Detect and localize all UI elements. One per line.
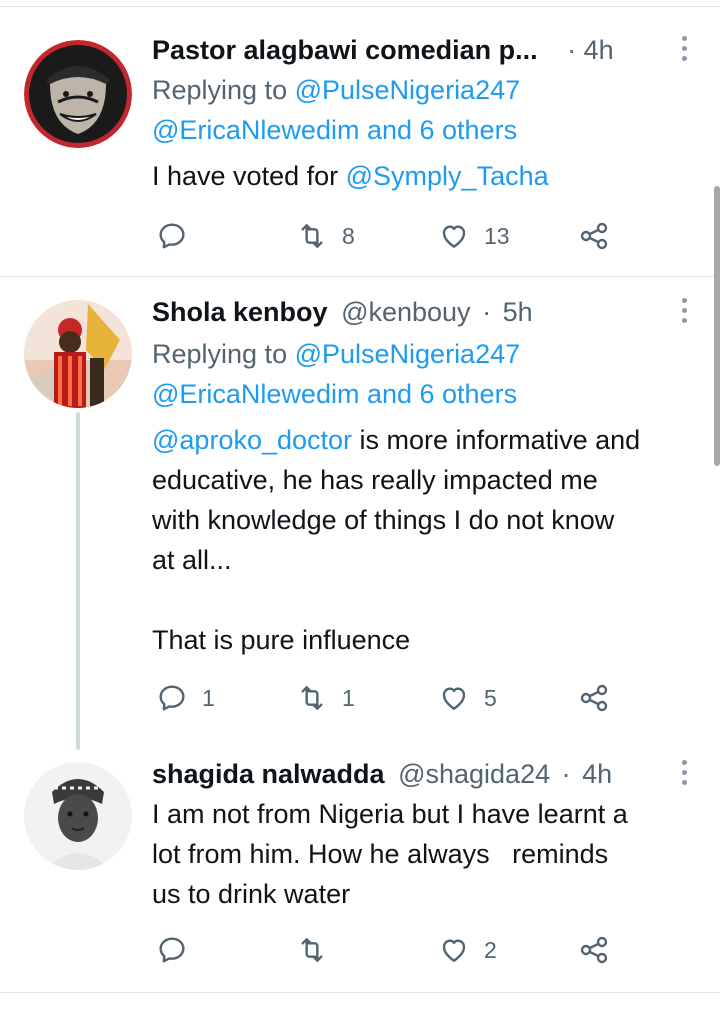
mention-link[interactable]: @PulseNigeria247 (295, 339, 521, 369)
replying-to: Replying to @PulseNigeria247 (152, 339, 521, 369)
bottom-divider (0, 992, 720, 993)
replying-to-others: @EricaNlewedim and 6 others (152, 110, 517, 150)
reply-icon (159, 223, 185, 249)
display-name[interactable]: Shola kenboy (152, 297, 328, 327)
avatar[interactable] (24, 40, 132, 148)
like-button[interactable]: 2 (438, 930, 497, 970)
mention-link[interactable]: @EricaNlewedim and 6 others (152, 379, 517, 409)
display-name[interactable]: Pastor alagbawi comedian p... (152, 35, 538, 65)
user-handle[interactable]: @kenbouy (341, 297, 471, 327)
tweet-header: Shola kenboy @kenbouy · 5h (152, 292, 720, 332)
tweet-header: Pastor alagbawi comedian p... · 4h (152, 30, 720, 70)
timestamp[interactable]: 4h (582, 759, 612, 789)
like-button[interactable]: 5 (438, 678, 497, 718)
tweet-text: I am not from Nigeria but I have learnt … (152, 799, 628, 909)
avatar[interactable] (24, 300, 132, 408)
retweet-icon (301, 224, 323, 248)
share-button[interactable] (578, 930, 610, 970)
heart-icon (442, 225, 466, 248)
tweet-header: shagida nalwadda @shagida24 · 4h (152, 754, 720, 794)
share-button[interactable] (578, 678, 610, 718)
retweet-count: 8 (342, 222, 355, 249)
tweet-1[interactable]: Pastor alagbawi comedian p... · 4h Reply… (0, 30, 720, 276)
heart-icon (442, 939, 466, 962)
reply-button[interactable] (156, 930, 202, 970)
timestamp[interactable]: 4h (584, 35, 614, 65)
avatar[interactable] (24, 762, 132, 870)
mention-link[interactable]: @PulseNigeria247 (295, 75, 521, 105)
like-count: 13 (484, 222, 510, 249)
mention-link[interactable]: @aproko_doctor (152, 425, 352, 455)
separator-dot: · (561, 759, 571, 789)
reply-icon (159, 937, 185, 963)
timestamp[interactable]: 5h (503, 297, 533, 327)
reply-count: 1 (202, 684, 215, 711)
mention-link[interactable]: @EricaNlewedim and 6 others (152, 115, 517, 145)
top-divider (0, 6, 720, 7)
display-name[interactable]: shagida nalwadda (152, 759, 385, 789)
replying-to-others: @EricaNlewedim and 6 others (152, 374, 517, 414)
tweet-actions: 1 1 5 (152, 678, 652, 718)
reply-icon (159, 685, 185, 711)
tweet-text: I have voted for @Symply_Tacha (152, 161, 549, 191)
retweet-button[interactable]: 8 (296, 216, 355, 256)
tweet-actions: 2 (152, 930, 652, 970)
separator-dot: · (482, 297, 492, 327)
heart-icon (442, 687, 466, 710)
like-count: 2 (484, 936, 497, 963)
retweet-button[interactable] (296, 930, 342, 970)
reply-button[interactable]: 1 (156, 678, 215, 718)
separator-dot: · (567, 35, 577, 65)
retweet-count: 1 (342, 684, 355, 711)
like-count: 5 (484, 684, 497, 711)
mention-link[interactable]: @Symply_Tacha (346, 161, 549, 191)
share-icon (580, 684, 608, 712)
replying-to: Replying to @PulseNigeria247 (152, 75, 521, 105)
share-button[interactable] (578, 216, 610, 256)
like-button[interactable]: 13 (438, 216, 510, 256)
retweet-icon (301, 686, 323, 710)
share-icon (580, 222, 608, 250)
retweet-button[interactable]: 1 (296, 678, 355, 718)
tweet-2[interactable]: Shola kenboy @kenbouy · 5h Replying to @… (0, 292, 720, 752)
share-icon (580, 936, 608, 964)
tweet-text: @aproko_doctor is more informative and e… (152, 425, 641, 655)
user-handle[interactable]: @shagida24 (398, 759, 550, 789)
scrollbar[interactable] (714, 186, 720, 466)
more-options-icon[interactable] (678, 760, 690, 790)
more-options-icon[interactable] (678, 298, 690, 328)
retweet-icon (301, 938, 323, 962)
tweet-actions: 8 13 (152, 216, 652, 256)
thread-line (76, 412, 80, 750)
reply-button[interactable] (156, 216, 202, 256)
tweet-divider (0, 276, 720, 277)
more-options-icon[interactable] (678, 36, 690, 66)
tweet-3[interactable]: shagida nalwadda @shagida24 · 4h I am no… (0, 754, 720, 990)
